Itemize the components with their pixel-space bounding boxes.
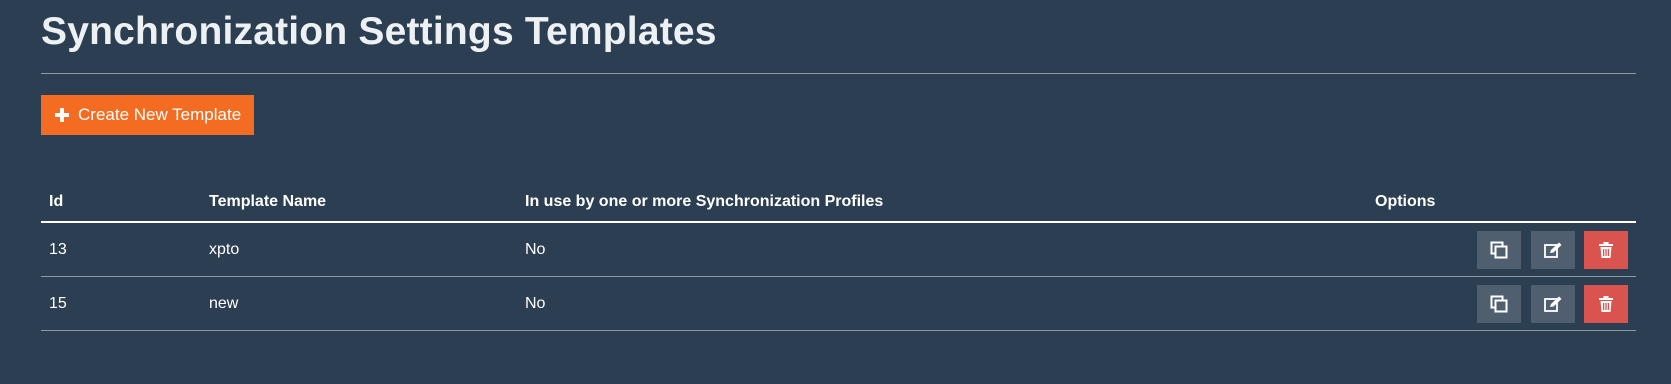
copy-icon	[1490, 241, 1508, 258]
cell-in-use: No	[517, 276, 1367, 331]
duplicate-button[interactable]	[1477, 230, 1522, 269]
table-row: 15 new No	[41, 276, 1636, 331]
cell-options	[1367, 276, 1636, 331]
column-header-options: Options	[1367, 183, 1636, 223]
create-new-template-button[interactable]: Create New Template	[41, 95, 255, 135]
edit-button[interactable]	[1530, 284, 1575, 323]
templates-table: Id Template Name In use by one or more S…	[41, 183, 1636, 331]
table-row: 13 xpto No	[41, 222, 1636, 277]
column-header-id: Id	[41, 183, 201, 223]
page-container: Synchronization Settings Templates Creat…	[41, 0, 1636, 331]
page-title: Synchronization Settings Templates	[41, 10, 717, 53]
cell-options	[1367, 222, 1636, 277]
delete-button[interactable]	[1584, 284, 1628, 323]
trash-icon	[1599, 295, 1613, 312]
trash-icon	[1599, 241, 1613, 258]
cell-id: 13	[41, 222, 201, 277]
column-header-template-name: Template Name	[201, 183, 517, 223]
edit-icon	[1543, 296, 1562, 312]
cell-template-name: xpto	[201, 222, 517, 277]
duplicate-button[interactable]	[1477, 284, 1522, 323]
title-divider	[41, 73, 1636, 74]
cell-in-use: No	[517, 222, 1367, 277]
edit-button[interactable]	[1530, 230, 1575, 269]
cell-template-name: new	[201, 276, 517, 331]
delete-button[interactable]	[1584, 230, 1628, 269]
copy-icon	[1490, 295, 1508, 312]
create-new-template-label: Create New Template	[78, 105, 242, 124]
cell-id: 15	[41, 276, 201, 331]
table-header-row: Id Template Name In use by one or more S…	[41, 183, 1636, 223]
edit-icon	[1543, 242, 1562, 258]
column-header-in-use: In use by one or more Synchronization Pr…	[517, 183, 1367, 223]
plus-icon	[55, 108, 69, 122]
